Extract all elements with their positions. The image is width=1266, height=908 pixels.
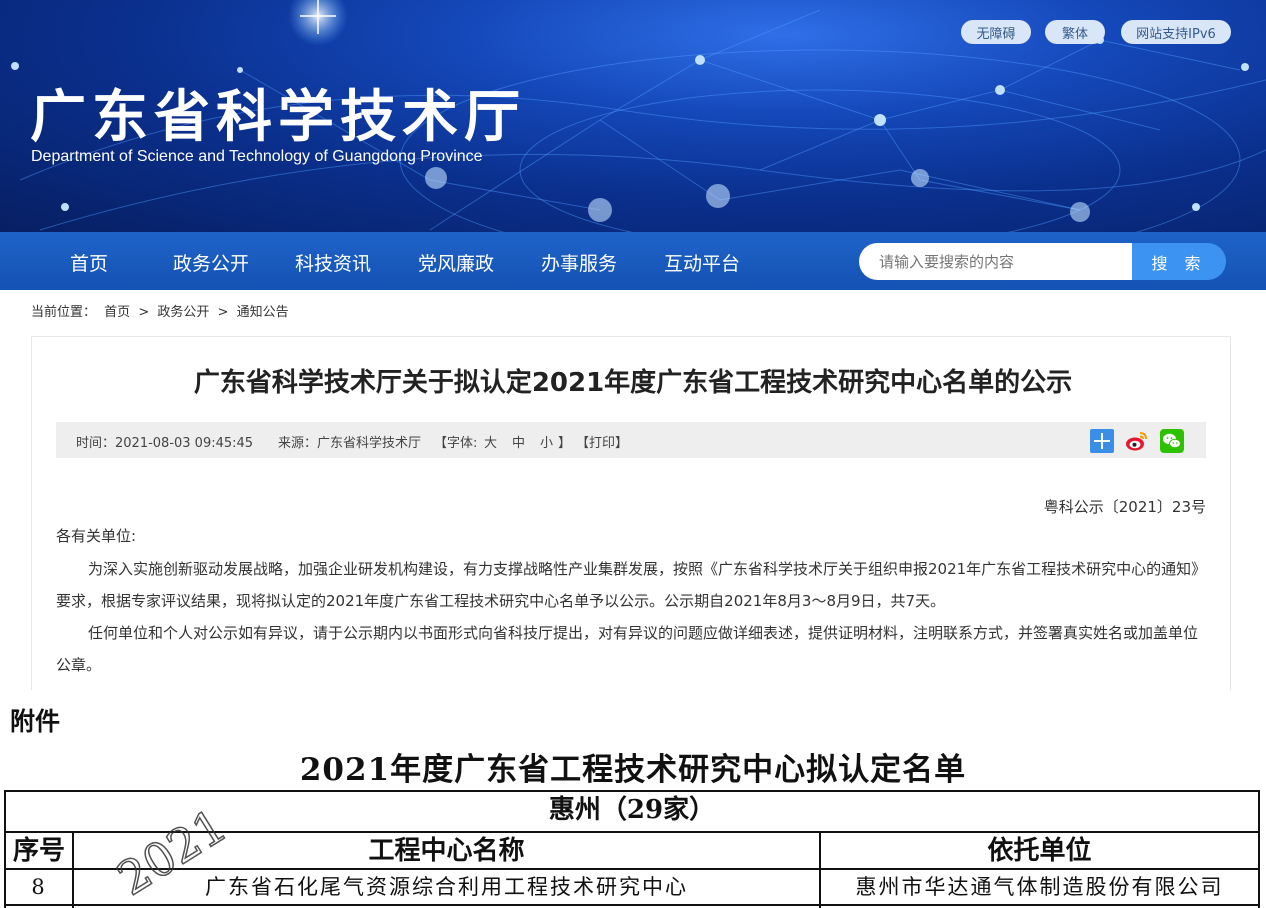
ipv6-badge[interactable]: 网站支持IPv6 (1121, 20, 1231, 44)
column-header-center-name: 工程中心名称 (368, 836, 525, 866)
breadcrumb-government-affairs[interactable]: 政务公开 (157, 305, 209, 320)
wechat-icon[interactable] (1160, 429, 1184, 453)
table-cell-center-name: 广东省石化尾气资源综合利用工程技术研究中心 (205, 875, 688, 899)
attachment-list-title: 2021年度广东省工程技术研究中心拟认定名单 (299, 752, 967, 788)
breadcrumb: 当前位置： 首页 > 政务公开 > 通知公告 (31, 301, 293, 320)
article-meta-bar: 时间：2021-08-03 09:45:45 来源：广东省科学技术厅 【字体: … (56, 422, 1206, 458)
print-link[interactable]: 【打印】 (576, 432, 628, 451)
nav-item-government-affairs[interactable]: 政务公开 (173, 249, 249, 276)
article-paragraph-1: 为深入实施创新驱动发展战略，加强企业研发机构建设，有力支撑战略性产业集群发展，按… (56, 560, 1199, 610)
weibo-icon[interactable] (1125, 429, 1149, 453)
column-header-host-unit: 依托单位 (987, 836, 1092, 866)
breadcrumb-notices[interactable]: 通知公告 (237, 305, 289, 320)
font-size-close: 】 (558, 436, 572, 451)
nav-item-tech-news[interactable]: 科技资讯 (295, 249, 371, 276)
region-header: 惠州（29家） (4, 790, 1260, 833)
nav-item-services[interactable]: 办事服务 (541, 249, 617, 276)
nav-item-home[interactable]: 首页 (70, 249, 108, 276)
document-number: 粤科公示〔2021〕23号 (1043, 498, 1206, 516)
font-size-large[interactable]: 大 (484, 432, 497, 451)
font-size-small[interactable]: 小 (540, 432, 553, 451)
nav-item-party-integrity[interactable]: 党风廉政 (418, 249, 494, 276)
font-size-medium[interactable]: 中 (512, 432, 525, 451)
column-header-index: 序号 (12, 836, 65, 866)
share-plus-icon[interactable] (1090, 429, 1114, 453)
article-source: 来源：广东省科学技术厅 (278, 436, 422, 451)
article-title: 广东省科学技术厅关于拟认定2021年度广东省工程技术研究中心名单的公示 (193, 368, 1073, 398)
site-title: 广东省科学技术厅 (30, 85, 526, 150)
font-size-label: 【字体: (434, 436, 478, 451)
search-button[interactable]: 搜 索 (1132, 243, 1226, 280)
breadcrumb-prefix: 当前位置： (31, 305, 97, 320)
breadcrumb-separator: > (217, 305, 229, 320)
publish-time: 时间：2021-08-03 09:45:45 (76, 436, 254, 451)
traditional-chinese-button[interactable]: 繁体 (1045, 20, 1105, 44)
breadcrumb-home[interactable]: 首页 (104, 305, 130, 320)
salutation: 各有关单位: (56, 527, 137, 545)
breadcrumb-separator: > (138, 305, 150, 320)
site-subtitle: Department of Science and Technology of … (31, 148, 483, 165)
article-paragraph-2: 任何单位和个人对公示如有异议，请于公示期内以书面形式向省科技厅提出，对有异议的问… (56, 624, 1199, 674)
accessibility-button[interactable]: 无障碍 (961, 20, 1031, 44)
table-cell-index: 8 (31, 875, 47, 899)
table-cell-host-unit: 惠州市华达通气体制造股份有限公司 (855, 875, 1224, 899)
nav-item-interaction[interactable]: 互动平台 (664, 249, 740, 276)
attachment-label: 附件 (10, 707, 61, 736)
search-input[interactable] (859, 243, 1133, 280)
